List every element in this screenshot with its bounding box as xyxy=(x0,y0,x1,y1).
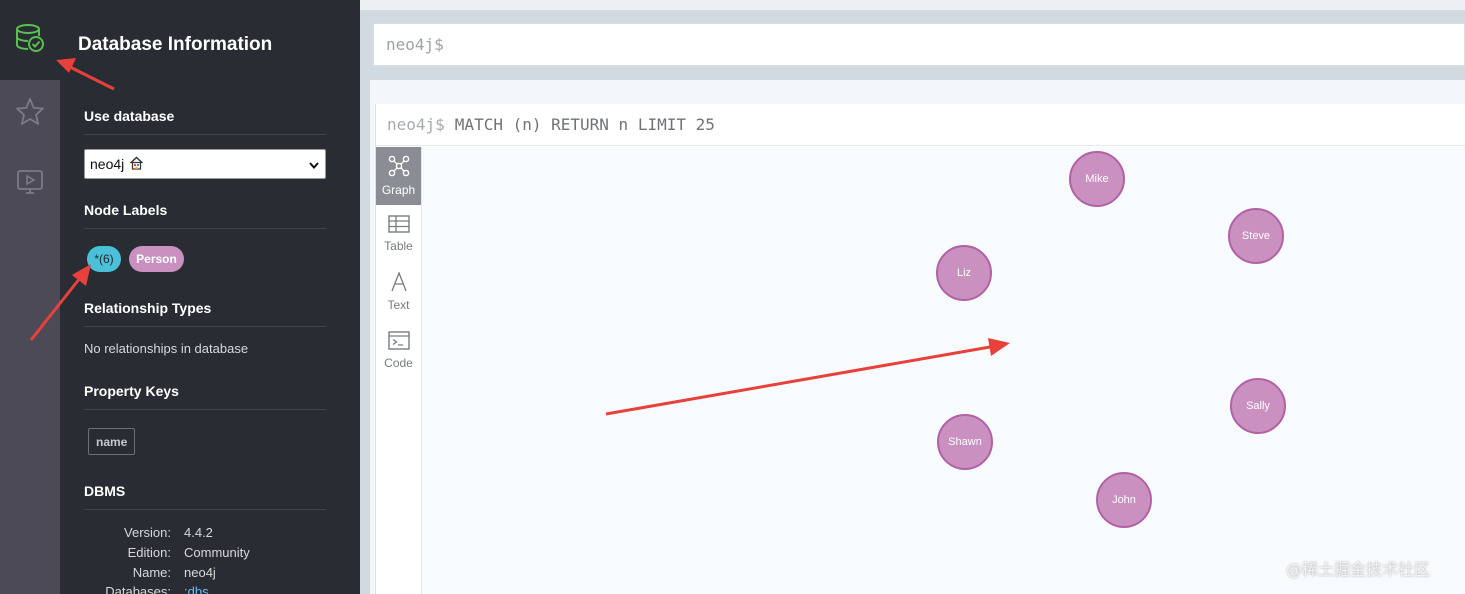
graph-icon xyxy=(388,155,410,180)
tab-table[interactable]: Table xyxy=(376,205,421,263)
graph-node[interactable]: John xyxy=(1096,472,1152,528)
dbms-value: 4.4.2 xyxy=(184,525,213,540)
text-icon xyxy=(390,271,408,295)
tab-text-label: Text xyxy=(387,298,410,312)
dbms-row: Edition: Community xyxy=(84,545,344,560)
table-icon xyxy=(387,215,410,236)
graph-node[interactable]: Liz xyxy=(936,245,992,301)
graph-canvas[interactable]: Mike Steve Liz Sally Shawn John xyxy=(422,147,1465,594)
view-tabs: Graph Table Text Code xyxy=(376,147,422,594)
editor-prompt: neo4j$ xyxy=(386,35,444,54)
dbms-row: Version: 4.4.2 xyxy=(84,525,344,540)
icon-rail xyxy=(0,0,60,594)
dbms-row: Databases: :dbs xyxy=(84,584,344,594)
watermark: @稀土掘金技术社区 xyxy=(1286,560,1431,579)
database-select[interactable]: neo4j xyxy=(84,149,326,179)
main-top-strip xyxy=(360,0,1465,10)
home-icon xyxy=(129,155,144,173)
database-check-icon xyxy=(14,22,46,59)
result-frame: neo4j$ MATCH (n) RETURN n LIMIT 25 Graph… xyxy=(370,80,1465,594)
chevron-down-icon xyxy=(308,158,320,174)
tab-graph[interactable]: Graph xyxy=(376,147,421,205)
node-label-pill-all[interactable]: *(6) xyxy=(87,246,121,272)
dbms-key: Edition: xyxy=(127,545,171,560)
use-database-heading: Use database xyxy=(84,108,326,135)
query-editor[interactable]: neo4j$ xyxy=(373,23,1465,66)
dbms-key: Name: xyxy=(132,565,171,580)
code-icon xyxy=(387,330,410,353)
graph-node[interactable]: Mike xyxy=(1069,151,1125,207)
graph-node[interactable]: Steve xyxy=(1228,208,1284,264)
dbms-value: Community xyxy=(184,545,250,560)
graph-node[interactable]: Shawn xyxy=(937,414,993,470)
tab-graph-label: Graph xyxy=(381,183,416,197)
tab-code[interactable]: Code xyxy=(376,321,421,379)
database-select-value: neo4j xyxy=(90,156,125,172)
node-label-pill-person[interactable]: Person xyxy=(129,246,184,272)
main-area: neo4j$ neo4j$ MATCH (n) RETURN n LIMIT 2… xyxy=(360,0,1465,594)
frame-prompt: neo4j$ xyxy=(387,115,445,134)
dbms-key: Version: xyxy=(124,525,171,540)
tab-table-label: Table xyxy=(384,239,413,253)
relationship-types-heading: Relationship Types xyxy=(84,300,326,327)
star-icon xyxy=(15,97,45,132)
frame-query: MATCH (n) RETURN n LIMIT 25 xyxy=(454,115,715,134)
frame-command[interactable]: neo4j$ MATCH (n) RETURN n LIMIT 25 xyxy=(376,104,1465,146)
play-monitor-icon xyxy=(16,168,44,201)
database-info-rail-button[interactable] xyxy=(0,0,60,80)
dbms-row: Name: neo4j xyxy=(84,565,344,580)
guides-rail-button[interactable] xyxy=(0,146,60,222)
result-frame-body: neo4j$ MATCH (n) RETURN n LIMIT 25 Graph… xyxy=(375,104,1465,594)
property-key-name[interactable]: name xyxy=(88,428,136,455)
dbms-key: Databases: xyxy=(105,584,171,594)
property-keys-heading: Property Keys xyxy=(84,383,326,410)
drawer-title: Database Information xyxy=(78,34,273,55)
node-labels-heading: Node Labels xyxy=(84,202,326,229)
database-information-drawer: Database Information Use database neo4j … xyxy=(60,0,360,594)
dbms-heading: DBMS xyxy=(84,483,326,510)
favorites-rail-button[interactable] xyxy=(0,76,60,152)
tab-code-label: Code xyxy=(384,355,413,370)
graph-node[interactable]: Sally xyxy=(1230,378,1286,434)
no-relationships-text: No relationships in database xyxy=(84,341,249,356)
dbms-value: neo4j xyxy=(184,565,216,580)
databases-link[interactable]: :dbs xyxy=(184,584,209,594)
tab-text[interactable]: Text xyxy=(376,263,421,321)
